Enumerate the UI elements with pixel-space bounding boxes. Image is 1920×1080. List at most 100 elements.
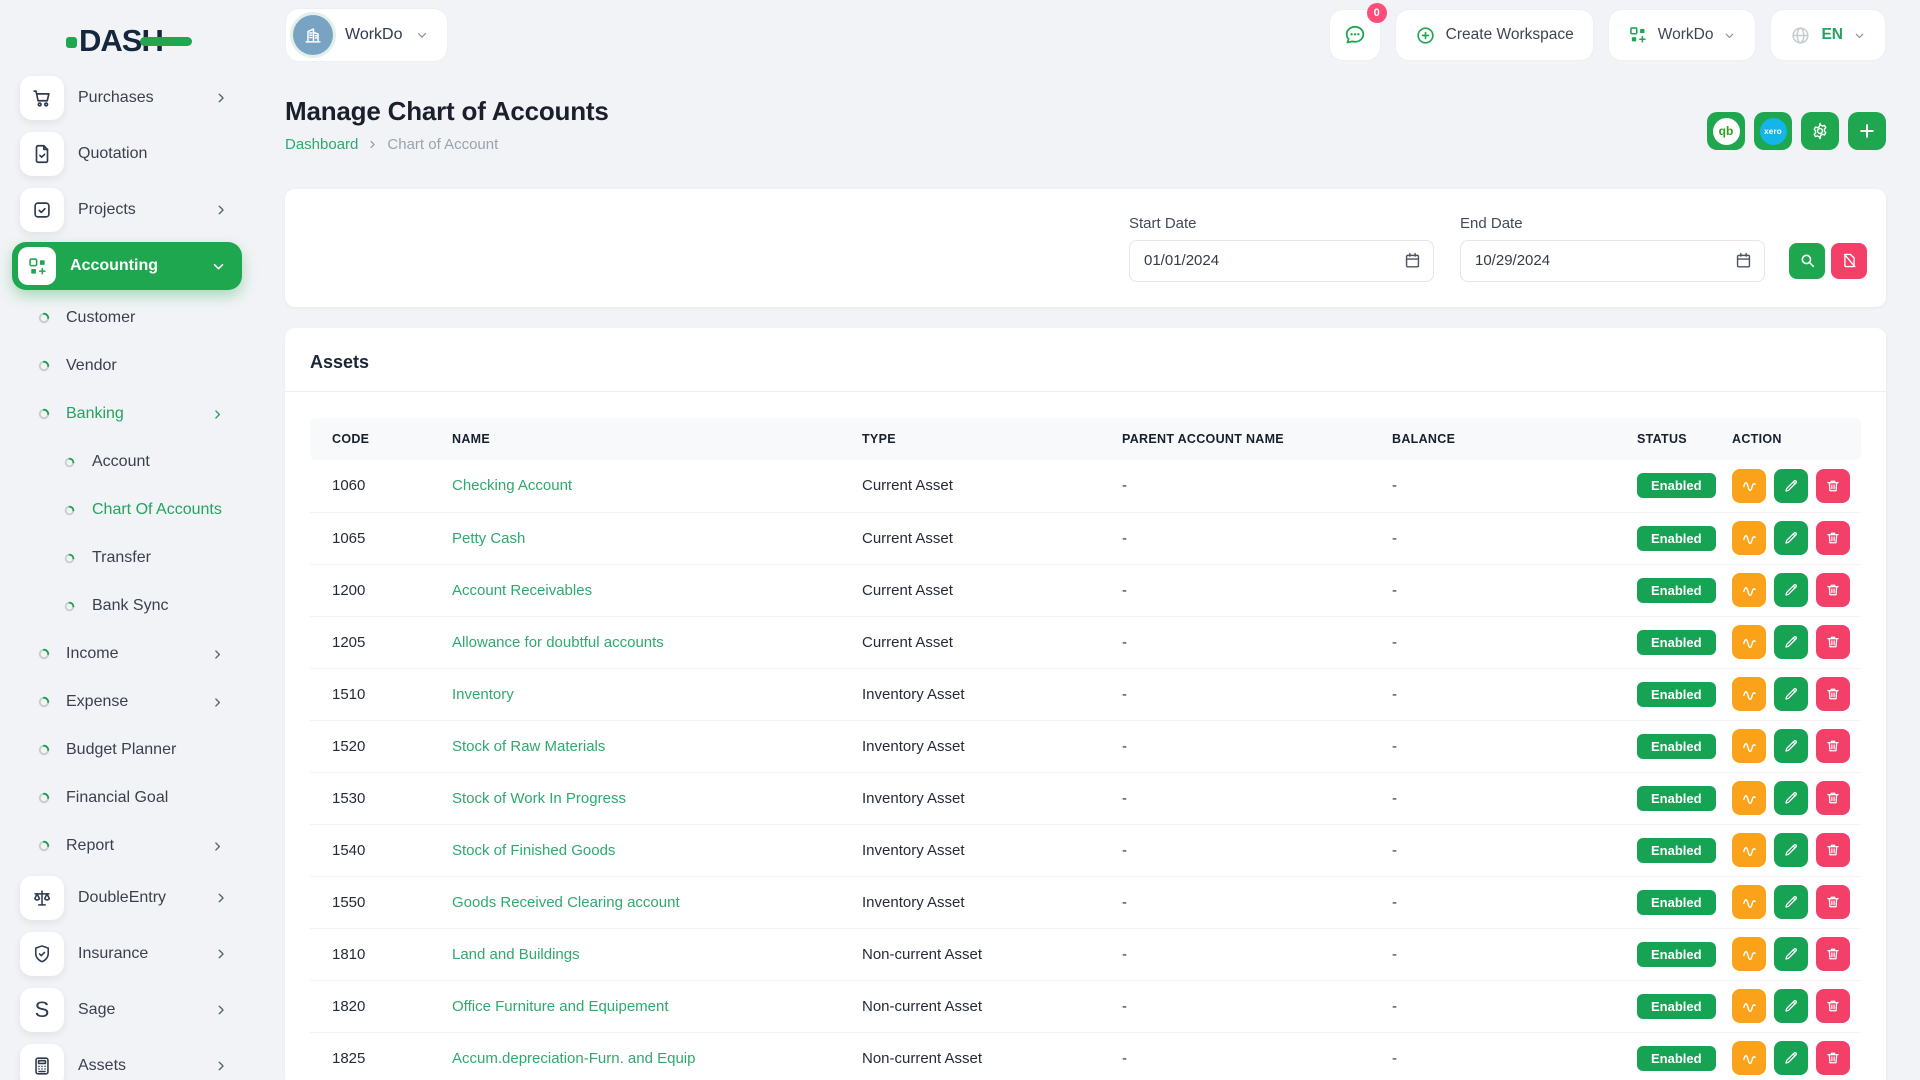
delete-button[interactable] [1816, 677, 1850, 711]
add-account-button[interactable] [1848, 112, 1886, 150]
delete-button[interactable] [1816, 885, 1850, 919]
cell-type: Current Asset [840, 616, 1100, 668]
sidebar-item-sage[interactable]: S Sage [0, 982, 258, 1038]
sidebar-item-report[interactable]: Report [0, 822, 258, 870]
sidebar-item-assets[interactable]: Assets [0, 1038, 258, 1080]
account-name-link[interactable]: Inventory [452, 686, 514, 703]
edit-button[interactable] [1774, 573, 1808, 607]
sidebar-item-projects[interactable]: Projects [0, 182, 258, 238]
transactions-button[interactable] [1732, 469, 1766, 503]
transactions-button[interactable] [1732, 833, 1766, 867]
chevron-right-icon [214, 891, 228, 905]
sidebar-item-expense[interactable]: Expense [0, 678, 258, 726]
edit-button[interactable] [1774, 989, 1808, 1023]
account-name-link[interactable]: Stock of Raw Materials [452, 738, 605, 755]
delete-button[interactable] [1816, 521, 1850, 555]
delete-button[interactable] [1816, 729, 1850, 763]
account-name-link[interactable]: Goods Received Clearing account [452, 894, 680, 911]
page-head-left: Manage Chart of Accounts Dashboard Chart… [285, 96, 609, 153]
row-actions [1732, 469, 1851, 503]
breadcrumb: Dashboard Chart of Account [285, 136, 609, 153]
end-date-input[interactable] [1460, 240, 1765, 282]
sidebar-item-bank-sync[interactable]: Bank Sync [0, 582, 258, 630]
cell-balance: - [1370, 616, 1615, 668]
pencil-icon [1783, 634, 1799, 650]
transactions-button[interactable] [1732, 521, 1766, 555]
settings-button[interactable] [1801, 112, 1839, 150]
account-name-link[interactable]: Office Furniture and Equipement [452, 998, 669, 1015]
delete-button[interactable] [1816, 625, 1850, 659]
delete-button[interactable] [1816, 989, 1850, 1023]
transactions-button[interactable] [1732, 781, 1766, 815]
xero-button[interactable]: xero [1754, 112, 1792, 150]
edit-button[interactable] [1774, 937, 1808, 971]
delete-button[interactable] [1816, 469, 1850, 503]
edit-button[interactable] [1774, 677, 1808, 711]
create-workspace-button[interactable]: Create Workspace [1395, 9, 1594, 61]
account-name-link[interactable]: Account Receivables [452, 582, 592, 599]
sidebar-item-accounting[interactable]: Accounting [0, 238, 258, 294]
transactions-button[interactable] [1732, 729, 1766, 763]
balance-scale-icon [20, 876, 64, 920]
sidebar-item-customer[interactable]: Customer [0, 294, 258, 342]
sidebar-item-banking[interactable]: Banking [0, 390, 258, 438]
edit-button[interactable] [1774, 781, 1808, 815]
account-name-link[interactable]: Stock of Finished Goods [452, 842, 615, 859]
transactions-button[interactable] [1732, 885, 1766, 919]
account-name-link[interactable]: Petty Cash [452, 530, 525, 547]
pulse-wave-icon [1741, 738, 1758, 755]
delete-button[interactable] [1816, 937, 1850, 971]
transactions-button[interactable] [1732, 677, 1766, 711]
edit-button[interactable] [1774, 885, 1808, 919]
account-name-link[interactable]: Land and Buildings [452, 946, 580, 963]
cell-parent: - [1100, 616, 1370, 668]
quickbooks-button[interactable]: qb [1707, 112, 1745, 150]
sidebar-item-chart-of-accounts[interactable]: Chart Of Accounts [0, 486, 258, 534]
apply-filter-button[interactable] [1789, 243, 1825, 279]
transactions-button[interactable] [1732, 573, 1766, 607]
transactions-button[interactable] [1732, 989, 1766, 1023]
chevron-right-icon [214, 91, 228, 105]
xero-icon: xero [1760, 118, 1787, 145]
sidebar-item-doubleentry[interactable]: DoubleEntry [0, 870, 258, 926]
sidebar-item-insurance[interactable]: Insurance [0, 926, 258, 982]
sidebar-item-quotation[interactable]: Quotation [0, 126, 258, 182]
messages-button[interactable]: 0 [1329, 9, 1381, 61]
edit-button[interactable] [1774, 625, 1808, 659]
delete-button[interactable] [1816, 573, 1850, 607]
account-name-link[interactable]: Allowance for doubtful accounts [452, 634, 664, 651]
delete-button[interactable] [1816, 781, 1850, 815]
edit-button[interactable] [1774, 833, 1808, 867]
sidebar-item-budget-planner[interactable]: Budget Planner [0, 726, 258, 774]
account-name-link[interactable]: Accum.depreciation-Furn. and Equip [452, 1050, 695, 1067]
edit-button[interactable] [1774, 1041, 1808, 1075]
start-date-input[interactable] [1129, 240, 1434, 282]
sidebar-item-income[interactable]: Income [0, 630, 258, 678]
edit-button[interactable] [1774, 521, 1808, 555]
workspace-menu-button[interactable]: WorkDo [1608, 9, 1757, 61]
edit-button[interactable] [1774, 729, 1808, 763]
delete-button[interactable] [1816, 1041, 1850, 1075]
language-selector[interactable]: EN [1770, 9, 1886, 61]
sidebar-item-financial-goal[interactable]: Financial Goal [0, 774, 258, 822]
delete-button[interactable] [1816, 833, 1850, 867]
sidebar-item-vendor[interactable]: Vendor [0, 342, 258, 390]
chevron-right-icon [214, 1059, 228, 1073]
sidebar-item-transfer[interactable]: Transfer [0, 534, 258, 582]
transactions-button[interactable] [1732, 937, 1766, 971]
account-name-link[interactable]: Stock of Work In Progress [452, 790, 626, 807]
pulse-wave-icon [1741, 477, 1758, 494]
sidebar-item-purchases[interactable]: Purchases [0, 70, 258, 126]
transactions-button[interactable] [1732, 1041, 1766, 1075]
cell-parent: - [1100, 720, 1370, 772]
sidebar-item-account[interactable]: Account [0, 438, 258, 486]
reset-filter-button[interactable] [1831, 243, 1867, 279]
sidebar-item-label: Chart Of Accounts [92, 501, 258, 519]
breadcrumb-dashboard-link[interactable]: Dashboard [285, 136, 358, 153]
workspace-switcher[interactable]: WorkDo [285, 8, 448, 62]
transactions-button[interactable] [1732, 625, 1766, 659]
table-row: 1825 Accum.depreciation-Furn. and Equip … [310, 1032, 1861, 1080]
edit-button[interactable] [1774, 469, 1808, 503]
account-name-link[interactable]: Checking Account [452, 477, 572, 494]
cell-type: Inventory Asset [840, 772, 1100, 824]
